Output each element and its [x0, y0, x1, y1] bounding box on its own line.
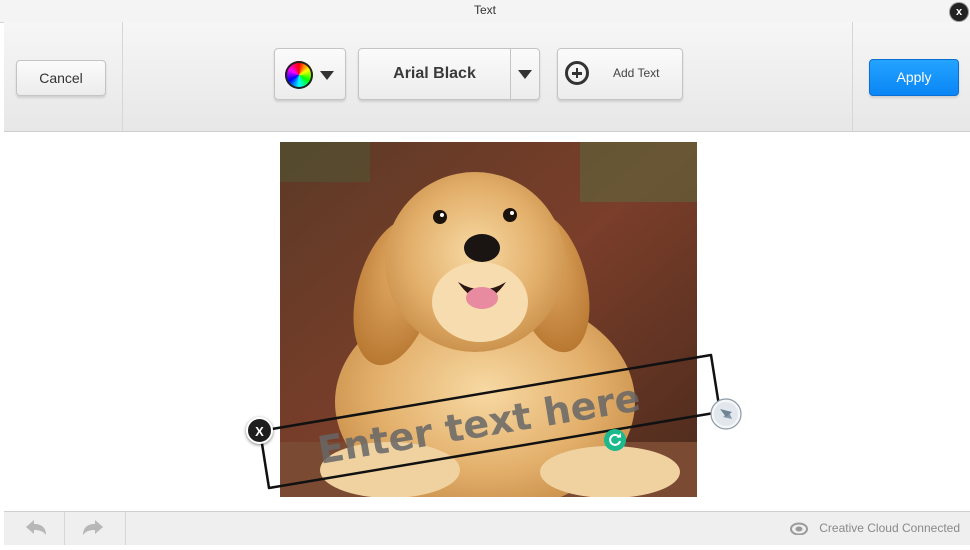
- cc-status-text: Creative Cloud Connected: [819, 521, 960, 535]
- close-icon[interactable]: x: [950, 3, 968, 21]
- title-bar: Text x: [0, 0, 970, 23]
- add-circle-icon: [565, 61, 589, 85]
- color-wheel-icon: [285, 61, 313, 89]
- text-overlay[interactable]: Enter text here: [240, 345, 750, 500]
- toolbar-divider: [852, 22, 853, 131]
- add-text-button[interactable]: Add Text: [557, 48, 683, 100]
- chevron-down-icon: [320, 71, 334, 80]
- toolbar: Cancel Arial Black Add Text Apply: [4, 22, 970, 132]
- toolbar-divider: [122, 22, 123, 131]
- cancel-button[interactable]: Cancel: [16, 60, 106, 96]
- window-title: Text: [473, 3, 496, 17]
- creative-cloud-icon: [790, 522, 808, 535]
- text-placeholder[interactable]: Enter text here: [315, 375, 644, 472]
- font-select[interactable]: Arial Black: [358, 48, 540, 100]
- undo-icon: [26, 520, 46, 535]
- bottom-bar: Creative Cloud Connected: [4, 511, 970, 545]
- add-text-label: Add Text: [613, 66, 660, 80]
- color-picker-button[interactable]: [274, 48, 346, 100]
- font-select-divider: [510, 49, 511, 99]
- delete-text-button[interactable]: X: [246, 417, 273, 444]
- undo-button[interactable]: [4, 512, 65, 545]
- rotate-handle-icon[interactable]: [603, 428, 627, 452]
- redo-icon: [83, 520, 103, 535]
- redo-button[interactable]: [65, 512, 126, 545]
- apply-button[interactable]: Apply: [869, 59, 959, 96]
- chevron-down-icon[interactable]: [518, 70, 532, 79]
- resize-handle-icon[interactable]: [709, 397, 743, 431]
- font-name: Arial Black: [393, 65, 476, 82]
